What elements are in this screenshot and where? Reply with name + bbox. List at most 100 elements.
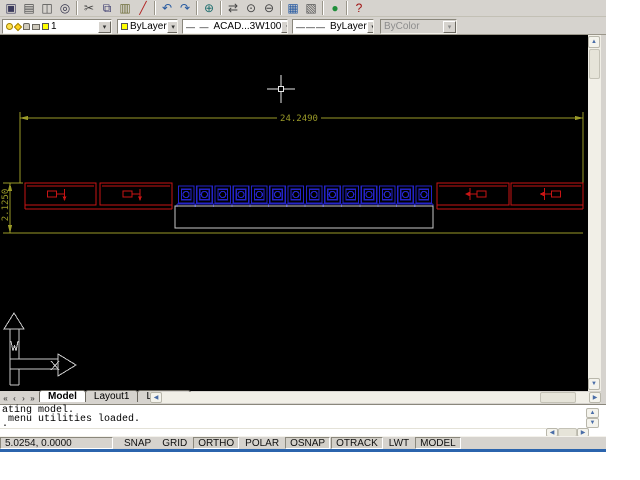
scroll-right-button[interactable]: ▶: [589, 392, 601, 403]
drawing-hscrollbar[interactable]: ◀ ▶: [150, 392, 601, 403]
hyperlink-icon: ⊕: [203, 1, 215, 15]
vscroll-thumb[interactable]: [589, 49, 600, 79]
active-assistance-button[interactable]: ●: [326, 0, 344, 16]
save-button[interactable]: ▣: [2, 0, 20, 16]
match-properties-button[interactable]: ╱: [134, 0, 152, 16]
plot-button[interactable]: ▤: [20, 0, 38, 16]
linetype-dropdown-button[interactable]: ▾: [281, 20, 287, 33]
paste-icon: ▥: [119, 1, 131, 15]
cut-icon: ✂: [83, 1, 95, 15]
plot-preview-icon: ◫: [41, 1, 53, 15]
toolbar-separator: [76, 1, 78, 15]
toggle-grid[interactable]: GRID: [157, 437, 192, 449]
toggle-polar[interactable]: POLAR: [240, 437, 284, 449]
help-button[interactable]: ?: [350, 0, 368, 16]
toggle-snap[interactable]: SNAP: [119, 437, 156, 449]
layer-name: 1: [51, 21, 57, 32]
blue-module-row: [176, 185, 434, 207]
zoom-realtime-button[interactable]: ⊙: [242, 0, 260, 16]
drawing-canvas[interactable]: 24.2490 2.1250: [0, 35, 588, 391]
copy-button[interactable]: ⧉: [98, 0, 116, 16]
redo-icon: ↷: [179, 1, 191, 15]
undo-icon: ↶: [161, 1, 173, 15]
linetype-value: ACAD...3W100: [213, 21, 282, 32]
toggle-lwt[interactable]: LWT: [384, 437, 414, 449]
color-dropdown-button[interactable]: ▾: [166, 20, 177, 33]
designcenter-icon: ▦: [287, 1, 299, 15]
pan-realtime-button[interactable]: ⇄: [224, 0, 242, 16]
scroll-up-button[interactable]: ▲: [588, 36, 600, 48]
ucs-w-label: [10, 340, 19, 352]
layer-freeze-icon[interactable]: [13, 22, 23, 31]
redo-button[interactable]: ↷: [176, 0, 194, 16]
toolbar-separator: [154, 1, 156, 15]
scroll-down-button[interactable]: ▼: [588, 378, 600, 390]
status-bar: 5.0254, 0.0000 SNAP GRID ORTHO POLAR OSNAP OT…: [0, 436, 606, 449]
layer-color-swatch: [42, 23, 49, 30]
zoom-previous-button[interactable]: ⊖: [260, 0, 278, 16]
tab-nav-last-button[interactable]: »: [28, 393, 37, 404]
toggle-ortho[interactable]: ORTHO: [193, 437, 240, 449]
designcenter-button[interactable]: ▦: [284, 0, 302, 16]
scroll-left-button[interactable]: ◀: [150, 392, 162, 403]
coordinate-readout: 5.0254, 0.0000: [0, 437, 113, 449]
ucs-icon: [3, 312, 77, 386]
properties-toolbar: 1 ▾ ByLayer ▾ — — ACAD...3W100 ▾ ——— ByL…: [0, 18, 606, 35]
toolbar-separator: [346, 1, 348, 15]
standard-toolbar: ▣ ▤ ◫ ◎ ✂ ⧉ ▥ ╱ ↶ ↷ ⊕ ⇄ ⊙ ⊖ ▦ ▧ ●?: [0, 0, 606, 17]
base-plate: [174, 205, 434, 229]
plot-style-combo: ByColor ▾: [380, 19, 457, 34]
dim-width-label: 24.2490: [280, 114, 318, 124]
properties-icon: ▧: [305, 1, 317, 15]
toggle-osnap[interactable]: OSNAP: [285, 437, 331, 449]
dim-height-label: 2.1250: [1, 189, 11, 222]
command-scroll-down-button[interactable]: ▼: [586, 418, 599, 428]
tab-layout1[interactable]: Layout1: [84, 390, 139, 402]
copy-icon: ⧉: [102, 1, 112, 15]
tab-model[interactable]: Model: [39, 390, 86, 402]
tab-nav: « ‹ › »: [1, 392, 37, 404]
layer-combo[interactable]: 1 ▾: [2, 19, 112, 34]
linetype-preview: — —: [186, 21, 210, 32]
undo-button[interactable]: ↶: [158, 0, 176, 16]
dimension-height: 2.1250: [1, 182, 23, 234]
layer-dropdown-button[interactable]: ▾: [98, 20, 111, 33]
toggle-model[interactable]: MODEL: [415, 437, 461, 449]
lineweight-value: ByLayer: [330, 21, 367, 32]
toolbar-separator: [196, 1, 198, 15]
tab-nav-first-button[interactable]: «: [1, 393, 10, 404]
toolbar-separator: [220, 1, 222, 15]
command-text-line: menu utilities loaded.: [2, 414, 141, 425]
find-icon: ◎: [59, 1, 71, 15]
hyperlink-button[interactable]: ⊕: [200, 0, 218, 16]
save-icon: ▣: [5, 1, 17, 15]
status-toggles: SNAP GRID ORTHO POLAR OSNAP OTRACK LWT MODEL: [119, 437, 462, 449]
color-combo[interactable]: ByLayer ▾: [117, 19, 178, 34]
plot-preview-button[interactable]: ◫: [38, 0, 56, 16]
linetype-combo[interactable]: — — ACAD...3W100 ▾: [182, 19, 288, 34]
drawing-vscrollbar[interactable]: ▲ ▼: [588, 35, 601, 391]
current-color-swatch: [121, 23, 128, 30]
command-scroll-up-button[interactable]: ▲: [586, 408, 599, 418]
toolbar-separator: [280, 1, 282, 15]
properties-button[interactable]: ▧: [302, 0, 320, 16]
zoom-previous-icon: ⊖: [263, 1, 275, 15]
paste-button[interactable]: ▥: [116, 0, 134, 16]
find-button[interactable]: ◎: [56, 0, 74, 16]
zoom-realtime-icon: ⊙: [245, 1, 257, 15]
layer-lock-icon[interactable]: [23, 23, 30, 30]
help-icon: ?: [355, 1, 363, 15]
cut-button[interactable]: ✂: [80, 0, 98, 16]
tab-nav-next-button[interactable]: ›: [19, 393, 28, 404]
lineweight-combo[interactable]: ——— ByLayer ▾: [292, 19, 374, 34]
tab-nav-prev-button[interactable]: ‹: [10, 393, 19, 404]
lineweight-dropdown-button[interactable]: ▾: [366, 20, 373, 33]
autocad-window: ▣ ▤ ◫ ◎ ✂ ⧉ ▥ ╱ ↶ ↷ ⊕ ⇄ ⊙ ⊖ ▦ ▧ ●? 1 ▾ ByLayer ▾ — — ACA…: [0, 0, 606, 452]
hscroll-thumb[interactable]: [540, 392, 576, 403]
lineweight-preview: ———: [296, 21, 326, 32]
layer-plot-icon[interactable]: [32, 23, 40, 30]
layer-on-icon[interactable]: [6, 23, 13, 30]
toggle-otrack[interactable]: OTRACK: [331, 437, 383, 449]
command-window[interactable]: ating model. menu utilities loaded.: ▲ ▼…: [0, 404, 606, 437]
pan-realtime-icon: ⇄: [227, 1, 239, 15]
